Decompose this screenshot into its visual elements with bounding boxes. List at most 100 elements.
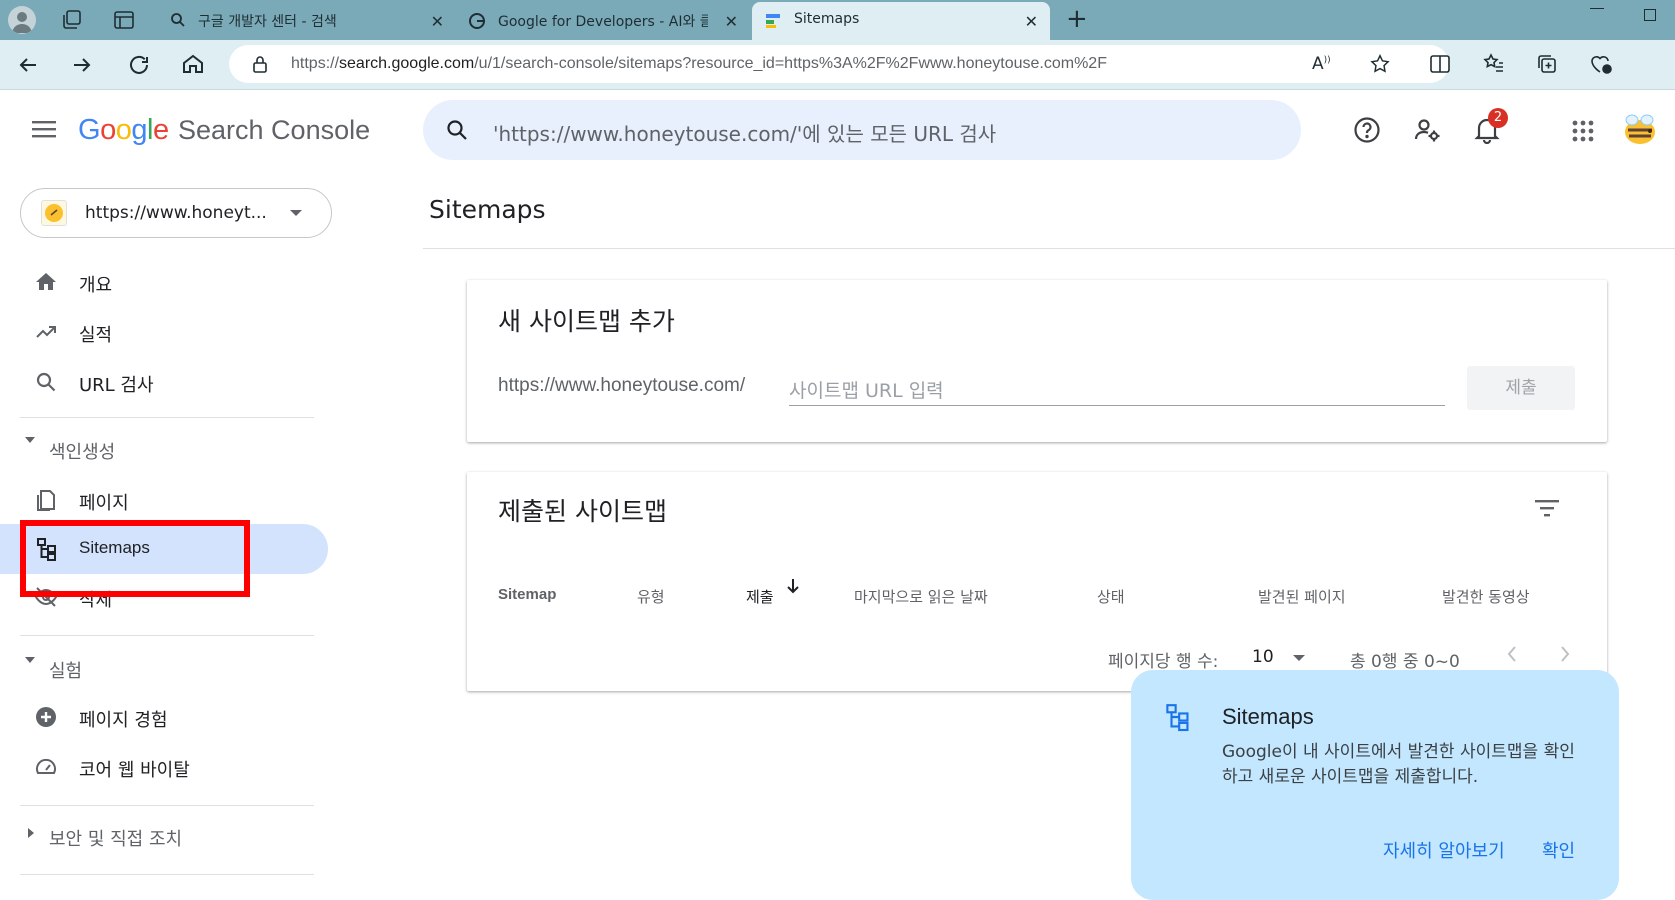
popup-title: Sitemaps bbox=[1222, 704, 1314, 729]
column-header-status[interactable]: 상태 bbox=[1097, 586, 1125, 607]
gauge-icon bbox=[34, 755, 58, 779]
column-header-type[interactable]: 유형 bbox=[637, 586, 665, 607]
red-highlight-box bbox=[20, 520, 250, 597]
notifications-bell-icon[interactable]: 2 bbox=[1474, 108, 1508, 144]
new-tab-button[interactable]: + bbox=[1066, 6, 1088, 32]
property-url: https://www.honeyt... bbox=[85, 203, 267, 223]
browser-tab-bar: 구글 개발자 센터 - 검색 ✕ Google for Developers -… bbox=[0, 0, 1675, 40]
split-screen-icon[interactable] bbox=[1428, 52, 1452, 76]
nav-item-pages[interactable]: 페이지 bbox=[0, 476, 330, 524]
favorite-star-icon[interactable] bbox=[1369, 53, 1391, 75]
url-domain: search.google.com bbox=[339, 55, 475, 72]
product-name: Search Console bbox=[178, 115, 371, 145]
back-icon[interactable] bbox=[16, 53, 40, 77]
users-settings-icon[interactable] bbox=[1413, 116, 1441, 144]
sitemap-url-prefix: https://www.honeytouse.com/ bbox=[498, 375, 746, 396]
nav-label: 페이지 bbox=[79, 493, 129, 514]
sitemap-input-placeholder: 사이트맵 URL 입력 bbox=[789, 380, 944, 402]
sidebar: https://www.honeyt... 개요 실적 URL 검사 색인생성 … bbox=[0, 170, 340, 886]
profile-avatar-icon[interactable] bbox=[8, 6, 36, 34]
workspaces-icon[interactable] bbox=[60, 8, 84, 32]
submitted-sitemaps-title: 제출된 사이트맵 bbox=[498, 497, 667, 526]
filter-icon[interactable] bbox=[1535, 499, 1559, 517]
url-field[interactable]: https://search.google.com/u/1/search-con… bbox=[229, 45, 1449, 83]
forward-icon[interactable] bbox=[70, 53, 94, 77]
section-experience[interactable]: 실험 bbox=[49, 657, 82, 683]
tab-close-icon[interactable]: ✕ bbox=[1025, 12, 1038, 31]
property-selector[interactable]: https://www.honeyt... bbox=[20, 188, 332, 238]
add-sitemap-card: 새 사이트맵 추가 https://www.honeytouse.com/ 사이… bbox=[467, 280, 1607, 442]
tab-close-icon[interactable]: ✕ bbox=[431, 12, 444, 31]
sort-down-arrow-icon[interactable] bbox=[785, 577, 801, 595]
sitemap-url-input[interactable]: 사이트맵 URL 입력 bbox=[789, 374, 1445, 406]
column-header-discovered-videos[interactable]: 발견한 동영상 bbox=[1442, 586, 1530, 607]
tab-close-icon[interactable]: ✕ bbox=[725, 12, 738, 31]
collapse-arrow-icon[interactable] bbox=[24, 436, 36, 444]
google-logo[interactable]: Google bbox=[78, 114, 169, 147]
section-indexing[interactable]: 색인생성 bbox=[49, 438, 115, 464]
column-header-discovered-pages[interactable]: 발견된 페이지 bbox=[1258, 586, 1346, 607]
lock-icon[interactable] bbox=[251, 55, 269, 73]
search-placeholder: 'https://www.honeytouse.com/'에 있는 모든 URL… bbox=[493, 122, 997, 146]
browser-address-bar: https://search.google.com/u/1/search-con… bbox=[0, 40, 1675, 90]
home-browser-icon[interactable] bbox=[181, 52, 205, 76]
main-menu-icon[interactable] bbox=[32, 119, 56, 139]
title-divider bbox=[423, 248, 1675, 249]
nav-label: 실적 bbox=[79, 325, 113, 346]
plus-circle-icon bbox=[34, 705, 58, 729]
maximize-button[interactable] bbox=[1644, 9, 1656, 21]
help-icon[interactable] bbox=[1353, 116, 1381, 144]
previous-page-icon[interactable] bbox=[1506, 645, 1518, 663]
submitted-sitemaps-card: 제출된 사이트맵 Sitemap 유형 제출 마지막으로 읽은 날짜 상태 발견… bbox=[467, 472, 1607, 691]
rows-dropdown-arrow-icon[interactable] bbox=[1292, 654, 1306, 662]
sitemap-icon bbox=[1165, 702, 1191, 732]
pagination-range: 총 0행 중 0~0 bbox=[1350, 652, 1460, 672]
column-header-sitemap[interactable]: Sitemap bbox=[498, 586, 556, 603]
nav-item-overview[interactable]: 개요 bbox=[0, 258, 330, 306]
sidebar-divider bbox=[20, 805, 314, 806]
tab-search[interactable]: 구글 개발자 센터 - 검색 ✕ bbox=[160, 2, 456, 40]
nav-item-performance[interactable]: 실적 bbox=[0, 308, 330, 356]
pages-icon bbox=[34, 488, 58, 512]
expand-arrow-icon[interactable] bbox=[27, 827, 35, 839]
column-header-submitted[interactable]: 제출 bbox=[746, 586, 774, 607]
site-favicon-icon bbox=[41, 200, 67, 226]
sidebar-divider bbox=[20, 417, 314, 418]
browser-essentials-icon[interactable] bbox=[1588, 52, 1614, 76]
next-page-icon[interactable] bbox=[1559, 645, 1571, 663]
minimize-button[interactable] bbox=[1590, 8, 1604, 9]
dropdown-arrow-icon[interactable] bbox=[289, 209, 303, 217]
section-security[interactable]: 보안 및 직접 조치 bbox=[49, 825, 182, 851]
learn-more-link[interactable]: 자세히 알아보기 bbox=[1383, 837, 1505, 863]
submit-button[interactable]: 제출 bbox=[1467, 366, 1575, 410]
sidebar-divider bbox=[20, 635, 314, 636]
search-icon[interactable] bbox=[445, 118, 469, 142]
nav-item-page-experience[interactable]: 페이지 경험 bbox=[0, 693, 330, 741]
nav-label: URL 검사 bbox=[79, 375, 154, 396]
ok-button[interactable]: 확인 bbox=[1542, 837, 1575, 863]
url-rest: /u/1/search-console/sitemaps?resource_id… bbox=[474, 55, 1107, 72]
tab-sitemaps[interactable]: Sitemaps ✕ bbox=[752, 2, 1050, 40]
account-avatar-icon[interactable] bbox=[1620, 110, 1660, 150]
tab-google-developers[interactable]: Google for Developers - AI와 클라 ✕ bbox=[458, 2, 750, 40]
trending-up-icon bbox=[34, 320, 58, 344]
apps-grid-icon[interactable] bbox=[1572, 120, 1594, 142]
app-header: Google Search Console 'https://www.honey… bbox=[0, 90, 1675, 170]
url-inspection-search[interactable]: 'https://www.honeytouse.com/'에 있는 모든 URL… bbox=[423, 100, 1301, 160]
refresh-icon[interactable] bbox=[127, 53, 151, 77]
read-aloud-icon[interactable]: A)) bbox=[1312, 54, 1331, 74]
home-icon bbox=[34, 270, 58, 294]
collapse-arrow-icon[interactable] bbox=[24, 656, 36, 664]
collections-icon[interactable] bbox=[1535, 52, 1559, 76]
notification-badge: 2 bbox=[1488, 108, 1508, 128]
url-prefix: https:// bbox=[291, 55, 340, 72]
rows-per-page-select[interactable]: 10 bbox=[1252, 647, 1274, 667]
add-sitemap-title: 새 사이트맵 추가 bbox=[498, 307, 675, 336]
nav-item-url-inspection[interactable]: URL 검사 bbox=[0, 358, 330, 406]
nav-item-core-web-vitals[interactable]: 코어 웹 바이탈 bbox=[0, 743, 330, 791]
tab-label: Google for Developers - AI와 클라 bbox=[498, 14, 708, 30]
favorites-list-icon[interactable] bbox=[1482, 52, 1506, 76]
nav-label: 페이지 경험 bbox=[79, 710, 168, 731]
column-header-last-read[interactable]: 마지막으로 읽은 날짜 bbox=[854, 586, 988, 607]
tab-actions-icon[interactable] bbox=[112, 8, 136, 32]
